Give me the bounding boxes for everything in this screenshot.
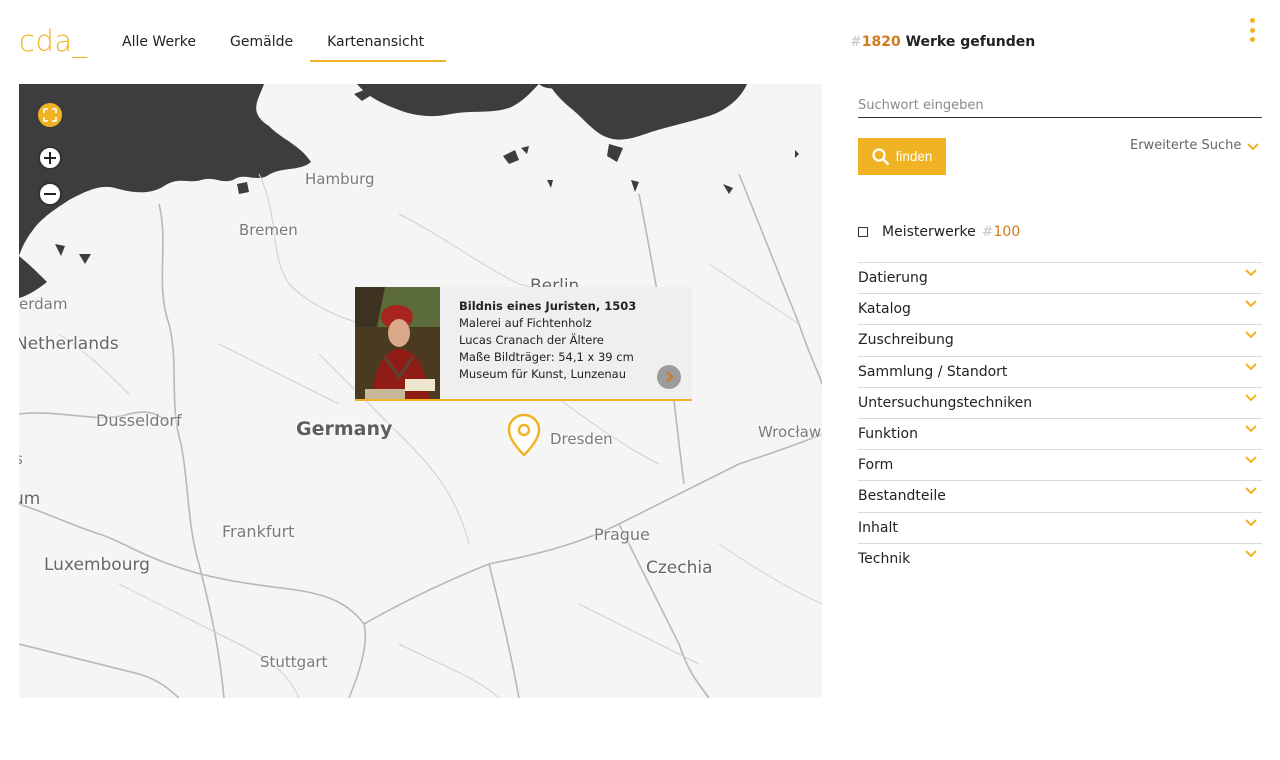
masterpieces-count: 100: [993, 224, 1021, 240]
find-button[interactable]: finden: [858, 138, 946, 175]
facet-katalog[interactable]: Katalog: [858, 293, 1262, 324]
facet-form[interactable]: Form: [858, 449, 1262, 480]
zoom-out-icon: [44, 193, 56, 195]
nav-paintings[interactable]: Gemälde: [213, 22, 310, 62]
zoom-in-icon: [44, 152, 56, 164]
map-label-germany: Germany: [296, 418, 393, 440]
masterpieces-hash: #: [981, 224, 994, 240]
find-button-label: finden: [895, 149, 933, 164]
search-icon: [871, 147, 890, 165]
chevron-down-icon: [1245, 518, 1257, 526]
map-label-dusseldorf: Dusseldorf: [96, 411, 182, 430]
map-label-frankfurt: Frankfurt: [222, 522, 295, 541]
fullscreen-icon: [43, 108, 57, 122]
artwork-dimensions: Maße Bildträger: 54,1 x 39 cm: [459, 350, 634, 364]
artwork-thumbnail[interactable]: [355, 287, 440, 399]
chevron-down-icon: [1245, 394, 1257, 402]
chevron-down-icon: [1245, 300, 1257, 308]
map-marker-pin-icon[interactable]: [507, 413, 541, 461]
map-label-bremen: Bremen: [239, 221, 298, 239]
artwork-info: Bildnis eines Juristen, 1503 Malerei auf…: [440, 287, 636, 399]
map-label-hamburg: Hamburg: [305, 170, 375, 188]
chevron-down-icon: [1245, 269, 1257, 277]
facet-sammlung-standort[interactable]: Sammlung / Standort: [858, 355, 1262, 387]
zoom-out-button[interactable]: [38, 182, 62, 206]
nav-map-view[interactable]: Kartenansicht: [310, 22, 447, 62]
map-label-czechia: Czechia: [646, 558, 713, 578]
map-label-prague: Prague: [594, 525, 650, 544]
advanced-search-label: Erweiterte Suche: [1130, 138, 1242, 153]
fullscreen-button[interactable]: [38, 103, 62, 127]
map-label-um: um: [19, 489, 41, 509]
artwork-medium: Malerei auf Fichtenholz: [459, 316, 592, 330]
facet-funktion[interactable]: Funktion: [858, 417, 1262, 449]
artwork-location: Museum für Kunst, Lunzenau: [459, 367, 627, 381]
chevron-down-icon: [1245, 331, 1257, 339]
facet-label: Bestandteile: [858, 488, 946, 505]
facet-technik[interactable]: Technik: [858, 542, 1262, 574]
results-hash: #: [850, 34, 862, 50]
facet-label: Inhalt: [858, 519, 898, 536]
more-menu-icon[interactable]: [1248, 18, 1256, 42]
artwork-artist: Lucas Cranach der Ältere: [459, 333, 604, 347]
facet-untersuchungstechniken[interactable]: Untersuchungstechniken: [858, 386, 1262, 418]
chevron-down-icon: [1245, 362, 1257, 370]
artwork-popup[interactable]: Bildnis eines Juristen, 1503 Malerei auf…: [355, 287, 692, 401]
facet-list: Datierung Katalog Zuschreibung Sammlung …: [858, 262, 1262, 574]
facet-bestandteile[interactable]: Bestandteile: [858, 480, 1262, 511]
chevron-down-icon: [1247, 142, 1260, 150]
facet-label: Zuschreibung: [858, 332, 954, 349]
masterpieces-checkbox[interactable]: [858, 227, 868, 237]
facet-label: Untersuchungstechniken: [858, 394, 1033, 411]
map-label-netherlands: Netherlands: [19, 334, 119, 354]
facet-label: Katalog: [858, 301, 911, 318]
map-label-stuttgart: Stuttgart: [260, 653, 328, 671]
chevron-down-icon: [1245, 456, 1257, 464]
facet-label: Sammlung / Standort: [858, 363, 1008, 380]
search-input[interactable]: [858, 94, 1262, 118]
results-label: Werke gefunden: [905, 34, 1036, 50]
facet-label: Funktion: [858, 425, 918, 442]
logo[interactable]: cda_: [19, 24, 88, 58]
map-view[interactable]: Hamburg Bremen Berlin erdam Netherlands …: [19, 84, 822, 698]
masterpieces-label: Meisterwerke: [882, 224, 976, 240]
masterpieces-filter[interactable]: Meisterwerke #100: [858, 224, 1020, 240]
facet-label: Datierung: [858, 270, 928, 286]
results-number: 1820: [861, 34, 901, 50]
facet-datierung[interactable]: Datierung: [858, 262, 1262, 293]
map-label-s: s: [19, 450, 23, 468]
map-label-dresden: Dresden: [550, 430, 613, 448]
zoom-in-button[interactable]: [38, 146, 62, 170]
advanced-search-toggle[interactable]: Erweiterte Suche: [1130, 138, 1260, 153]
chevron-right-icon: [666, 371, 674, 383]
facet-zuschreibung[interactable]: Zuschreibung: [858, 324, 1262, 355]
chevron-down-icon: [1245, 549, 1257, 558]
results-count: #1820 Werke gefunden: [850, 34, 1035, 50]
map-label-amsterdam: erdam: [19, 295, 68, 313]
facet-label: Form: [858, 457, 894, 474]
facet-inhalt[interactable]: Inhalt: [858, 511, 1262, 543]
facet-label: Technik: [858, 550, 911, 567]
chevron-down-icon: [1245, 425, 1257, 433]
chevron-down-icon: [1245, 487, 1257, 495]
nav-all-works[interactable]: Alle Werke: [105, 22, 213, 62]
main-nav: Alle Werke Gemälde Kartenansicht: [105, 22, 447, 62]
map-label-wroclaw: Wrocław: [758, 423, 822, 441]
popup-next-button[interactable]: [657, 365, 681, 389]
map-label-luxembourg: Luxembourg: [44, 555, 150, 575]
artwork-title: Bildnis eines Juristen, 1503: [459, 299, 637, 313]
